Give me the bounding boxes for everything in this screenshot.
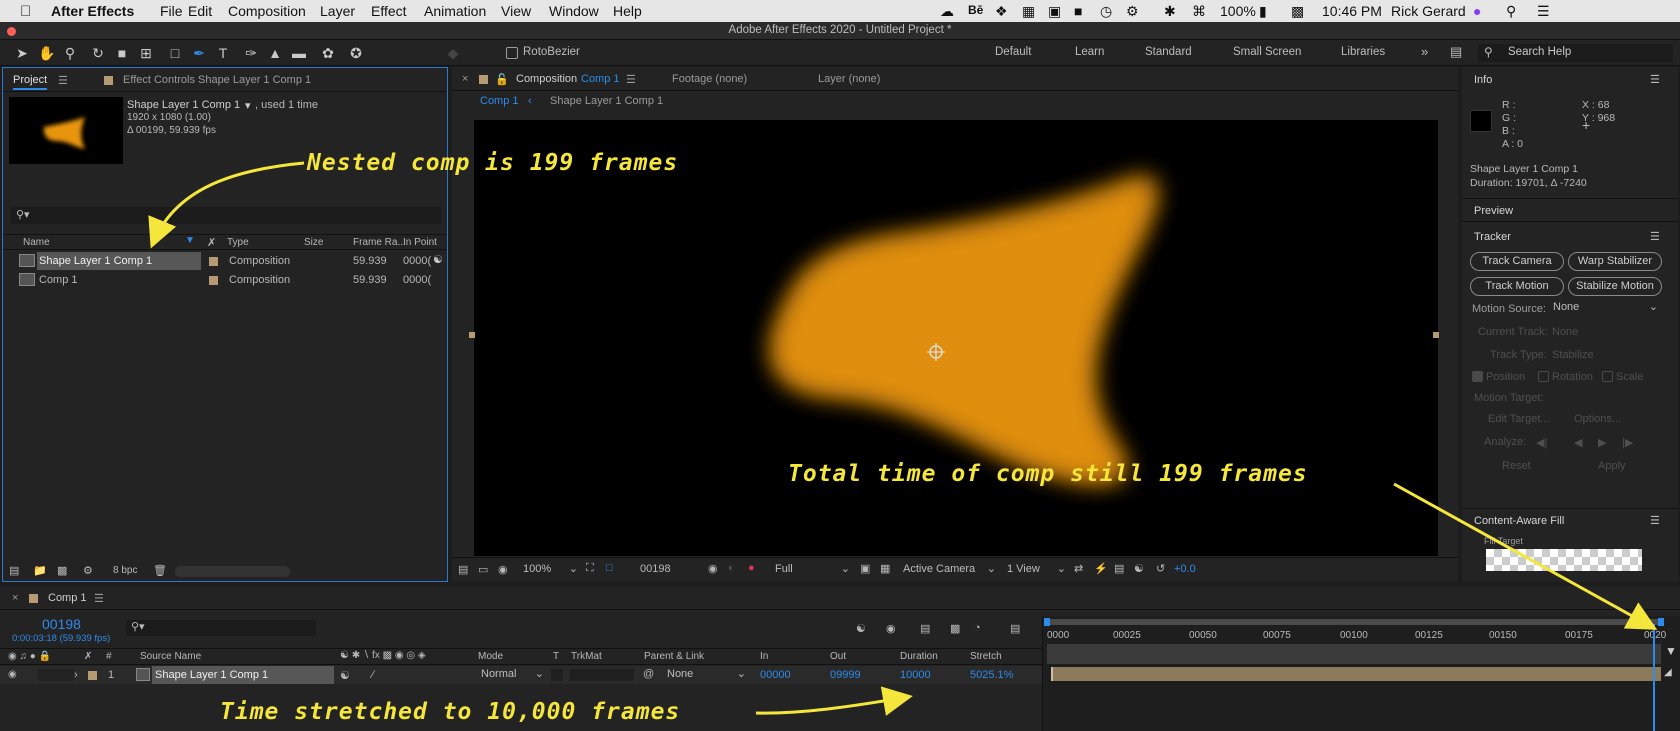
annotation-total: Total time of comp still 199 frames xyxy=(788,461,1308,487)
annotation-stretched: Time stretched to 10,000 frames xyxy=(220,699,681,725)
annotation-arrow-nested xyxy=(148,161,305,249)
annotation-nested: Nested comp is 199 frames xyxy=(307,150,679,176)
annotation-arrow-total xyxy=(1393,482,1658,630)
annotation-arrow-stretched xyxy=(755,686,913,716)
annotation-arrows xyxy=(148,161,1658,716)
